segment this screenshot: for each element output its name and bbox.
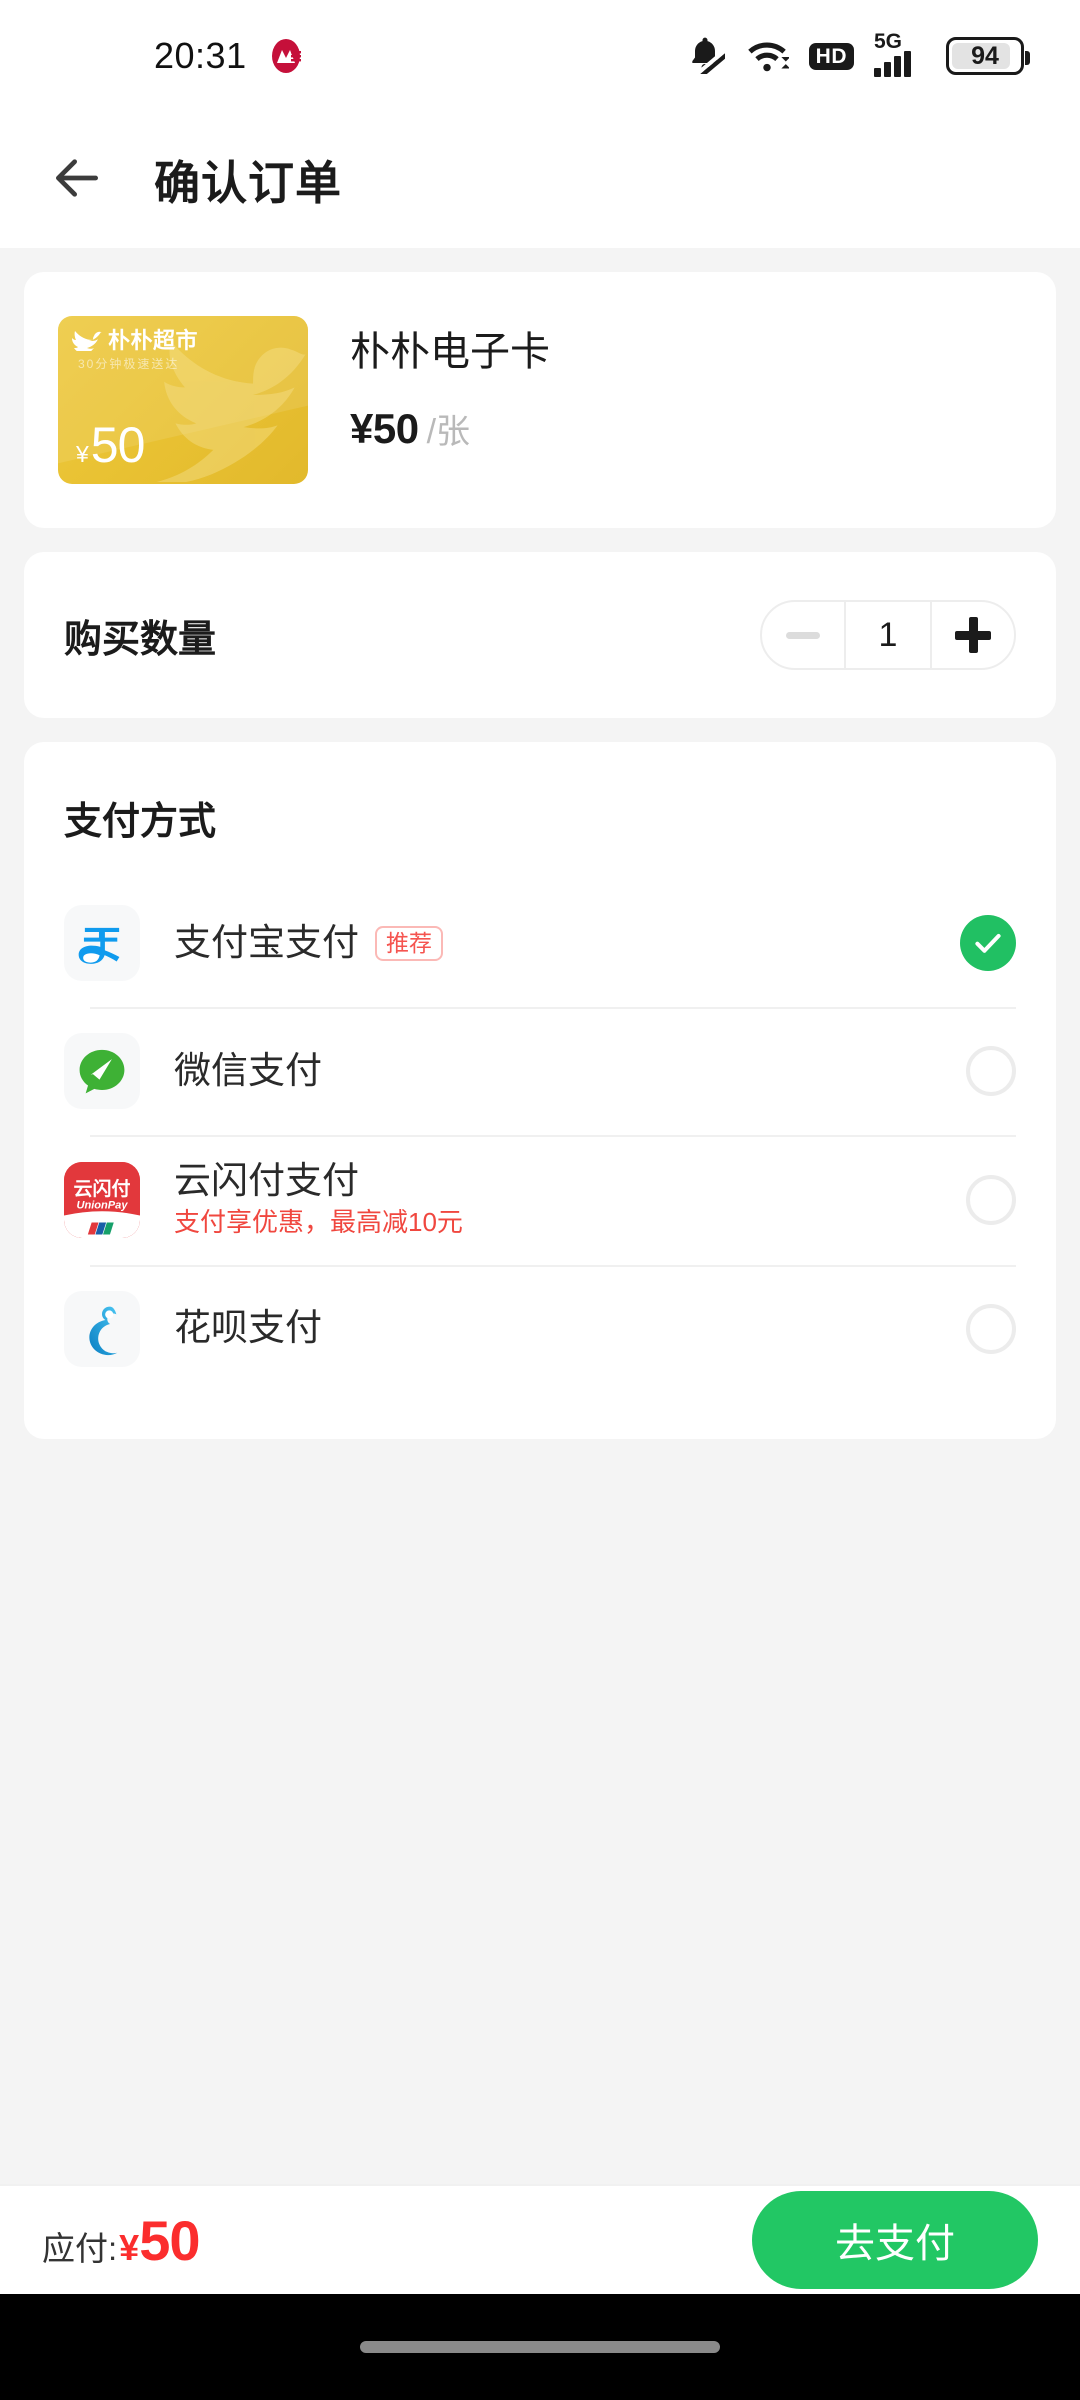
go-to-pay-button[interactable]: 去支付 <box>752 2191 1038 2289</box>
gift-card-tagline: 30分钟极速送达 <box>78 357 180 371</box>
gift-card-amount: ¥ 50 <box>76 417 146 473</box>
minus-icon <box>786 631 820 639</box>
unionpay-icon: 云闪付 UnionPay <box>64 1161 140 1238</box>
total-amount: 50 <box>139 2208 200 2272</box>
svg-text:UnionPay: UnionPay <box>77 1199 129 1211</box>
product-card[interactable]: 朴朴超市 30分钟极速送达 ¥ 50 朴朴电子卡 ¥50 /张 <box>24 272 1056 528</box>
product-info: 朴朴电子卡 ¥50 /张 <box>350 316 550 453</box>
quantity-increase-button[interactable] <box>932 602 1014 668</box>
payment-option-name-row: 花呗支付 <box>174 1308 950 1349</box>
radio-unselected-icon[interactable] <box>966 1303 1016 1354</box>
network-type-label: 5G <box>874 30 903 53</box>
payment-option-name-row: 微信支付 <box>174 1049 950 1092</box>
home-indicator[interactable] <box>360 2341 720 2353</box>
status-bar: 20:31 HD 5G 94 <box>0 0 1080 112</box>
wifi-icon <box>745 34 790 79</box>
signal-bars-icon <box>874 51 911 77</box>
recommended-badge: 推荐 <box>375 925 443 961</box>
payment-option-name: 微信支付 <box>174 1049 322 1091</box>
payment-option-huabei[interactable]: 花呗支付 <box>24 1264 1056 1393</box>
system-navigation-bar <box>0 2294 1080 2400</box>
check-circle-icon[interactable] <box>960 915 1016 971</box>
status-time: 20:31 <box>154 35 247 76</box>
gift-card-value: 50 <box>90 417 146 473</box>
brand-bird-icon <box>72 331 102 351</box>
gift-card-brand: 朴朴超市 <box>108 328 199 353</box>
battery-level: 94 <box>971 41 999 70</box>
product-unit: /张 <box>426 413 471 451</box>
status-bar-left: 20:31 <box>154 35 303 77</box>
total-currency: ¥ <box>119 2226 140 2268</box>
gift-card-image: 朴朴超市 30分钟极速送达 ¥ 50 <box>58 316 308 484</box>
back-button[interactable] <box>22 125 132 235</box>
payment-method-card: 支付方式 支付宝支付 推荐 微信支付 云闪付 UnionPay 云闪付支付 支付… <box>24 742 1056 1439</box>
payment-option-name-row: 云闪付支付 <box>174 1160 950 1202</box>
payment-option-text: 花呗支付 <box>174 1308 950 1349</box>
battery-icon: 94 <box>946 37 1030 75</box>
motorola-logo-icon <box>269 37 303 75</box>
bell-muted-icon <box>685 34 734 79</box>
status-bar-right: HD 5G 94 <box>685 31 1030 79</box>
gift-card-brand-row: 朴朴超市 <box>72 330 198 352</box>
payment-option-alipay[interactable]: 支付宝支付 推荐 <box>24 879 1056 1007</box>
quantity-card: 购买数量 1 <box>24 552 1056 718</box>
payment-option-promo: 支付享优惠，最高减10元 <box>174 1206 463 1237</box>
svg-text:云闪付: 云闪付 <box>73 1177 130 1200</box>
payment-option-name: 花呗支付 <box>174 1307 322 1349</box>
plus-icon <box>955 617 991 653</box>
payment-option-name-row: 支付宝支付 推荐 <box>174 921 944 964</box>
quantity-label: 购买数量 <box>64 618 217 661</box>
arrow-left-icon <box>49 150 105 211</box>
quantity-stepper[interactable]: 1 <box>760 600 1016 670</box>
hd-icon: HD <box>808 42 854 70</box>
quantity-value[interactable]: 1 <box>844 602 932 668</box>
wechat-pay-icon <box>64 1033 140 1109</box>
payment-option-name: 支付宝支付 <box>174 921 359 963</box>
payment-method-list: 支付宝支付 推荐 微信支付 云闪付 UnionPay 云闪付支付 支付享优惠，最… <box>24 879 1056 1393</box>
payment-option-name: 云闪付支付 <box>174 1160 359 1201</box>
payment-option-text: 云闪付支付 支付享优惠，最高减10元 <box>174 1160 950 1239</box>
phone-screen: 20:31 HD 5G 94 确认订单 朴朴超市 30分钟极速送达 ¥ 50 朴… <box>0 0 1080 2400</box>
total-price-block: 应付: ¥ 50 <box>42 2208 201 2273</box>
total-label: 应付: <box>42 2229 118 2267</box>
product-price: ¥50 <box>350 405 419 452</box>
huabei-icon <box>64 1290 140 1367</box>
signal-5g-icon: 5G <box>874 31 926 77</box>
payment-option-text: 微信支付 <box>174 1049 950 1092</box>
product-price-row: ¥50 /张 <box>350 404 550 453</box>
radio-unselected-icon[interactable] <box>966 1046 1016 1096</box>
payment-option-wechat[interactable]: 微信支付 <box>24 1007 1056 1135</box>
payment-section-title: 支付方式 <box>64 801 217 843</box>
product-name: 朴朴电子卡 <box>350 330 550 374</box>
payment-option-text: 支付宝支付 推荐 <box>174 921 944 964</box>
app-bar: 确认订单 <box>0 112 1080 248</box>
page-title: 确认订单 <box>154 157 342 209</box>
content-scroll-area: 朴朴超市 30分钟极速送达 ¥ 50 朴朴电子卡 ¥50 /张 购买数量 1 支… <box>0 248 1080 2184</box>
bottom-action-bar: 应付: ¥ 50 去支付 <box>0 2184 1080 2294</box>
payment-option-unionpay[interactable]: 云闪付 UnionPay 云闪付支付 支付享优惠，最高减10元 <box>24 1135 1056 1265</box>
quantity-decrease-button[interactable] <box>762 602 844 668</box>
gift-card-currency: ¥ <box>76 441 89 467</box>
alipay-icon <box>64 905 140 981</box>
radio-unselected-icon[interactable] <box>966 1174 1016 1225</box>
